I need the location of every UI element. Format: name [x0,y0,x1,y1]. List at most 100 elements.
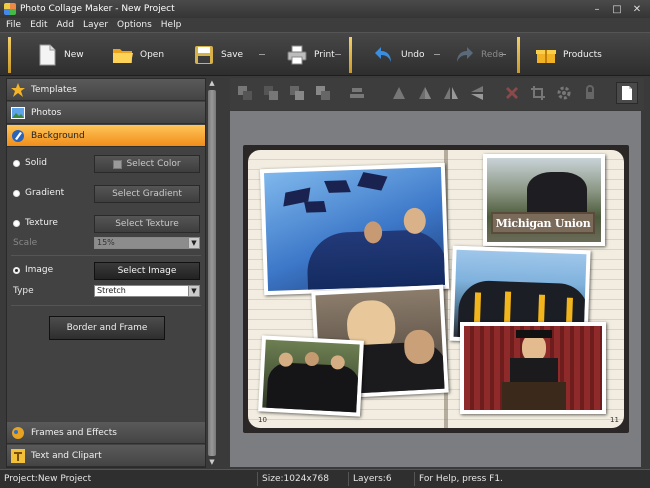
new-label: New [64,50,84,60]
toolbar-separator [349,37,352,73]
canvas-toolbar [230,78,644,110]
select-color-label: Select Color [126,159,181,169]
select-image-button[interactable]: Select Image [94,262,200,280]
maximize-button[interactable]: □ [608,2,626,16]
photo-small-group[interactable] [258,335,364,417]
canvas-workspace[interactable]: Michigan Union 10 11 [230,111,641,467]
chevron-down-icon[interactable]: ▼ [188,286,199,296]
toolbar-separator [517,37,520,73]
menu-add[interactable]: Add [57,20,74,30]
align-button[interactable] [346,82,368,104]
flip-horizontal-icon [444,87,458,99]
photo-image [262,339,360,413]
texture-label: Texture [25,218,58,228]
status-layers-text: Layers:6 [353,474,392,484]
redo-dropdown-arrow[interactable] [500,54,506,55]
lock-button[interactable] [579,82,601,104]
select-gradient-button[interactable]: Select Gradient [94,185,200,203]
status-help: For Help, press F1. [415,472,640,486]
print-button[interactable]: Print [286,39,335,71]
undo-button[interactable]: Undo [373,39,425,71]
solid-option[interactable]: Solid [13,158,47,168]
send-to-back-button[interactable] [312,82,334,104]
divider [11,305,201,306]
frames-effects-icon [11,426,25,440]
rotate-right-button[interactable] [414,82,436,104]
menu-help[interactable]: Help [161,20,182,30]
flip-vertical-icon [471,86,483,100]
rotate-right-icon [419,87,431,99]
flip-vertical-button[interactable] [466,82,488,104]
background-header[interactable]: Background [7,125,205,147]
frames-and-effects-header[interactable]: Frames and Effects [7,422,205,444]
toolbar-separator [8,37,11,73]
menu-file[interactable]: File [6,20,21,30]
photo-graduate-podium[interactable] [460,322,606,414]
select-color-button[interactable]: Select Color [94,155,200,173]
text-and-clipart-header[interactable]: Text and Clipart [7,445,205,467]
left-panel-scrollbar[interactable]: ▲ ▼ [207,78,217,468]
rotate-left-icon [393,87,405,99]
undo-dropdown-arrow[interactable] [434,54,440,55]
products-button[interactable]: Products [535,39,602,71]
flip-horizontal-button[interactable] [440,82,462,104]
menu-options[interactable]: Options [117,20,152,30]
image-label: Image [25,265,54,275]
type-select[interactable]: Stretch ▼ [94,285,200,297]
save-dropdown-arrow[interactable] [259,54,265,55]
menu-edit[interactable]: Edit [30,20,47,30]
texture-option[interactable]: Texture [13,218,58,228]
open-button[interactable]: Open [112,39,164,71]
undo-label: Undo [401,50,425,60]
photo-michigan-union[interactable]: Michigan Union [483,154,605,246]
save-label: Save [221,50,244,60]
frames-and-effects-label: Frames and Effects [31,427,117,438]
templates-header[interactable]: Templates [7,79,205,101]
menu-layer[interactable]: Layer [83,20,108,30]
gift-box-icon [535,44,557,66]
redo-label: Redo [481,50,504,60]
rotate-left-button[interactable] [388,82,410,104]
gradient-label: Gradient [25,188,65,198]
print-label: Print [314,50,335,60]
border-and-frame-button[interactable]: Border and Frame [49,316,165,340]
new-button[interactable]: New [36,39,84,71]
chevron-down-icon[interactable]: ▼ [188,238,199,248]
bring-forward-button[interactable] [260,82,282,104]
title-bar: Photo Collage Maker - New Project – □ ✕ [0,0,650,18]
send-backward-button[interactable] [286,82,308,104]
redo-button[interactable]: Redo [453,39,504,71]
settings-button[interactable] [553,82,575,104]
image-radio[interactable] [13,266,20,274]
left-page-number: 10 [258,416,267,424]
delete-button[interactable] [501,82,523,104]
texture-radio[interactable] [13,219,20,227]
right-page-number: 11 [610,416,619,424]
select-texture-button[interactable]: Select Texture [94,215,200,233]
scale-select[interactable]: 15% ▼ [94,237,200,249]
photo-caps-in-air[interactable] [259,162,450,296]
scrollbar-thumb[interactable] [208,90,216,456]
status-layers: Layers:6 [349,472,415,486]
gradient-option[interactable]: Gradient [13,188,64,198]
collage-page[interactable]: Michigan Union 10 11 [243,145,629,433]
open-label: Open [140,50,165,60]
solid-radio[interactable] [13,159,20,167]
background-label: Background [31,130,85,141]
gradient-radio[interactable] [13,189,20,197]
page-button[interactable] [616,82,638,104]
crop-button[interactable] [527,82,549,104]
photos-header[interactable]: Photos [7,102,205,124]
workspace-scrollbar[interactable] [641,111,649,467]
close-button[interactable]: ✕ [628,2,646,16]
scroll-up-icon[interactable]: ▲ [208,79,216,87]
minimize-button[interactable]: – [588,2,606,16]
left-panel: Templates Photos Background Solid Select… [6,78,206,468]
save-button[interactable]: Save [193,39,243,71]
photo-image: Michigan Union [487,158,601,242]
scroll-down-icon[interactable]: ▼ [208,458,216,466]
image-option[interactable]: Image [13,265,53,275]
print-dropdown-arrow[interactable] [335,54,341,55]
text-t-icon [11,448,25,463]
bring-to-front-button[interactable] [234,82,256,104]
